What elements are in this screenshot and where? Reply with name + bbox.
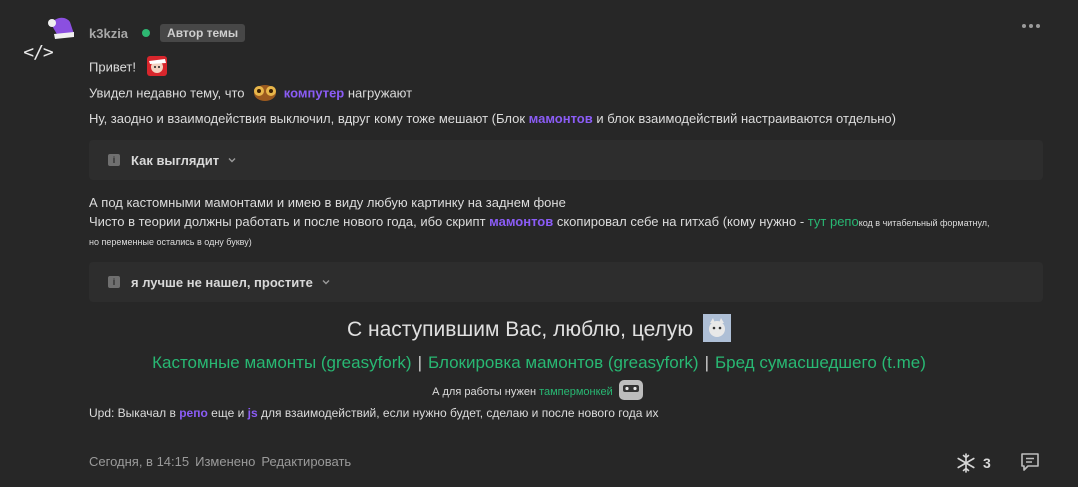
- spoiler-how-it-looks[interactable]: i Как выглядит: [89, 140, 1043, 180]
- greeting-text: Привет!: [89, 59, 136, 75]
- text: скопировал себе на гитхаб (кому нужно -: [556, 214, 805, 229]
- block-mammoths-link[interactable]: Блокировка мамонтов (greasyfork): [428, 353, 699, 372]
- separator: |: [704, 353, 709, 372]
- snowflake-icon: [957, 453, 975, 473]
- post-line: Чисто в теории должны работать и после н…: [89, 214, 990, 229]
- author-badge: Автор темы: [160, 24, 246, 42]
- text: Увидел недавно тему, что: [89, 85, 245, 101]
- greeting-heading: С наступившим Вас, люблю, целую: [0, 314, 1078, 343]
- author-name[interactable]: k3kzia: [89, 26, 128, 41]
- small-note: код в читабельный форматнул,: [858, 218, 990, 228]
- text: Upd: Выкачал в: [89, 406, 176, 420]
- online-indicator: [142, 29, 151, 37]
- spoiler-title: я лучше не нашел, простите: [131, 274, 313, 290]
- mammoths-link[interactable]: мамонтов: [529, 111, 593, 126]
- mammoths-script-link[interactable]: мамонтов: [489, 214, 553, 229]
- cat-emoji-icon: [702, 314, 731, 343]
- chevron-down-icon: [228, 158, 236, 163]
- post-footer: Сегодня, в 14:15 Изменено Редактировать: [89, 454, 351, 469]
- text: и блок взаимодействий настраиваются отде…: [596, 111, 896, 126]
- text: Чисто в теории должны работать и после н…: [89, 214, 486, 229]
- info-icon: i: [108, 276, 120, 288]
- avatar-code-symbol: </>: [23, 42, 54, 63]
- text: еще и: [211, 406, 245, 420]
- separator: |: [417, 353, 422, 372]
- more-icon[interactable]: [1022, 24, 1040, 28]
- avatar[interactable]: </>: [20, 14, 76, 70]
- telegram-link[interactable]: Бред сумасшедшего (t.me): [715, 353, 926, 372]
- text: А для работы нужен: [432, 385, 537, 398]
- js-link[interactable]: js: [248, 406, 258, 420]
- chevron-down-icon: [322, 280, 330, 285]
- text: Ну, заодно и взаимодействия выключил, вд…: [89, 111, 526, 126]
- mammoth-emoji-icon: [254, 85, 277, 101]
- spoiler-sorry[interactable]: i я лучше не нашел, простите: [89, 262, 1043, 302]
- reactions-button[interactable]: 3: [955, 452, 991, 474]
- computer-link[interactable]: компутер: [284, 85, 345, 100]
- tampermonkey-link[interactable]: тампермонкей: [539, 386, 613, 398]
- robot-emoji-icon: [618, 380, 643, 400]
- edit-button[interactable]: Редактировать: [261, 454, 351, 469]
- text: для взаимодействий, если нужно будет, сд…: [260, 406, 659, 420]
- post-header: k3kzia Автор темы: [89, 24, 246, 42]
- reaction-count: 3: [983, 455, 991, 471]
- links-row: Кастомные мамонты (greasyfork) | Блокировк…: [0, 353, 1078, 373]
- post-line: Upd: Выкачал в репо еще и js для взаимод…: [89, 406, 658, 420]
- post-line-small: но переменные остались в одну букву): [89, 237, 252, 247]
- post-line: А под кастомными мамонтами и имею в виду…: [89, 195, 566, 210]
- repo-link[interactable]: репо: [179, 406, 208, 420]
- text: нагружают: [347, 85, 413, 101]
- post-line: Ну, заодно и взаимодействия выключил, вд…: [89, 111, 896, 126]
- spoiler-title: Как выглядит: [131, 152, 220, 168]
- greeting-text: С наступившим Вас, люблю, целую: [347, 318, 694, 341]
- repo-link[interactable]: тут репо: [808, 214, 859, 229]
- post-line: Увидел недавно тему, что компутер нагруж…: [89, 85, 412, 103]
- edited-label: Изменено: [195, 454, 256, 469]
- info-icon: i: [108, 154, 120, 166]
- custom-mammoths-link[interactable]: Кастомные мамонты (greasyfork): [152, 353, 411, 372]
- hat-icon: [48, 17, 74, 39]
- christmas-emoji-icon: [146, 56, 167, 76]
- tampermonkey-line: А для работы нужен тампермонкей: [0, 380, 1078, 403]
- post-line: Привет!: [89, 56, 170, 78]
- comment-icon[interactable]: [1019, 451, 1041, 473]
- post-timestamp[interactable]: Сегодня, в 14:15: [89, 454, 189, 469]
